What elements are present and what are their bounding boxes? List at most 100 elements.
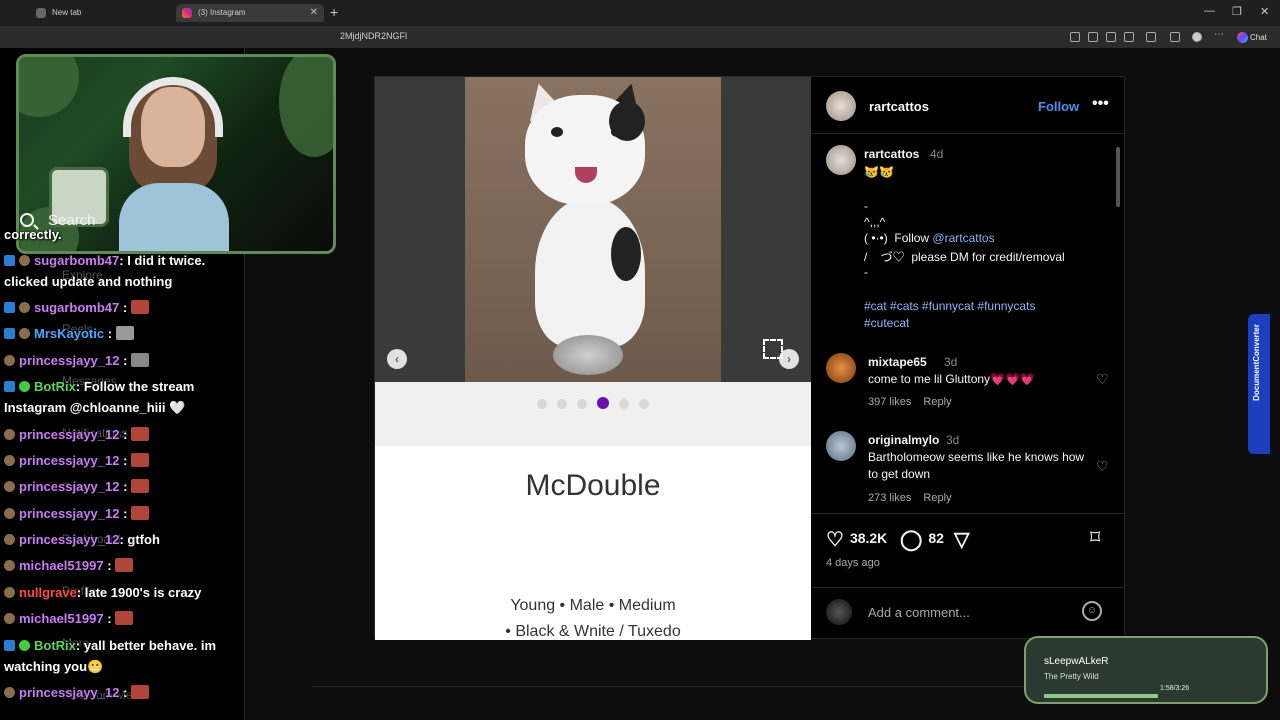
twitch-badge-icon — [4, 381, 15, 392]
heart-icon[interactable]: ♡ — [1096, 458, 1109, 475]
tab-new-tab[interactable]: New tab — [30, 4, 170, 22]
new-tab-button[interactable]: + — [330, 4, 338, 20]
cat-spot — [611, 227, 641, 281]
sub-badge-icon — [4, 560, 15, 571]
avatar[interactable] — [826, 91, 856, 121]
read-aloud-icon[interactable] — [1106, 32, 1116, 42]
previous-slide-button[interactable]: ‹ — [387, 349, 407, 369]
avatar[interactable] — [826, 431, 856, 461]
emote-icon — [131, 479, 150, 493]
chat-username[interactable]: princessjayy_12 — [19, 453, 119, 468]
carousel-dot — [619, 399, 629, 409]
zoom-icon[interactable] — [1088, 32, 1098, 42]
chat-username[interactable]: princessjayy_12 — [19, 427, 119, 442]
chat-username[interactable]: sugarbomb47 — [34, 300, 119, 315]
chat-username[interactable]: princessjayy_12 — [19, 506, 119, 521]
cat-eye — [611, 127, 623, 137]
sub-badge-icon — [4, 455, 15, 466]
carousel-dot — [639, 399, 649, 409]
copilot-chat-button[interactable]: Chat — [1234, 30, 1276, 45]
extensions-icon[interactable] — [1146, 32, 1156, 42]
maximize-icon[interactable]: ❐ — [1232, 5, 1242, 18]
chat-username[interactable]: MrsKayotic — [34, 326, 104, 341]
chat-text: correctly. — [4, 227, 62, 242]
scrollbar[interactable] — [1116, 147, 1120, 207]
follow-button[interactable]: Follow — [1038, 99, 1079, 114]
chat-username[interactable]: michael51997 — [19, 558, 104, 573]
emote-icon — [131, 453, 150, 467]
post-media-carousel[interactable]: ‹ › McDouble Young • Male • Medium • Bla… — [375, 77, 811, 640]
share-button[interactable]: ▽ — [954, 527, 975, 552]
document-converter-extension[interactable]: DocumentConverter — [1248, 314, 1270, 454]
mention-link[interactable]: @rartcattos — [932, 231, 994, 245]
chat-text: : — [119, 353, 128, 368]
caption-author[interactable]: rartcattos — [864, 147, 919, 161]
emote-icon — [130, 300, 149, 314]
chat-username[interactable]: princessjayy_12 — [19, 479, 119, 494]
heart-icon[interactable]: ♡ — [1096, 371, 1109, 388]
reply-button[interactable]: Reply — [923, 492, 951, 504]
more-options-icon[interactable]: ••• — [1092, 95, 1109, 113]
chat-username[interactable]: princessjayy_12 — [19, 685, 119, 700]
caption-line: - — [864, 265, 868, 279]
chat-message: princessjayy_12: gtfoh — [4, 529, 240, 550]
emote-icon — [131, 506, 150, 520]
vine-decoration — [19, 57, 79, 117]
photo-blur-right — [721, 77, 811, 382]
sub-badge-icon — [19, 255, 30, 266]
emoji-icon[interactable]: ☺ — [1082, 601, 1102, 621]
settings-more-icon[interactable]: ⋯ — [1214, 29, 1224, 40]
url-input[interactable]: 2MjdjNDR2NGFl — [340, 31, 407, 41]
hashtags[interactable]: #cat #cats #funnycat #funnycats — [864, 299, 1035, 313]
like-button[interactable]: ♡ 38.2K — [826, 527, 887, 552]
bot-badge-icon — [19, 381, 30, 392]
comments-list[interactable]: rartcattos 4d 😿😿 - ^,,,^ ( •·•) Follow @… — [812, 135, 1125, 513]
add-comment-input[interactable]: Add a comment... — [868, 605, 970, 620]
avatar[interactable] — [826, 145, 856, 175]
food-bowl — [553, 335, 623, 375]
bookmark-icon[interactable]: ⌑ — [1090, 525, 1100, 550]
chat-message: princessjayy_12 : — [4, 503, 240, 524]
collections-icon[interactable] — [1170, 32, 1180, 42]
comment-button[interactable]: ◯ 82 — [900, 527, 944, 552]
minimize-icon[interactable]: — — [1204, 5, 1215, 17]
comment-meta: 397 likes Reply — [868, 396, 964, 408]
emote-icon — [115, 326, 134, 340]
comment-likes[interactable]: 273 likes — [868, 492, 911, 504]
chat-username[interactable]: BotRix — [34, 379, 76, 394]
profile-avatar[interactable] — [1192, 32, 1202, 42]
address-bar: 2MjdjNDR2NGFl ⋯ Chat — [0, 26, 1280, 48]
next-slide-button[interactable]: › — [779, 349, 799, 369]
install-app-icon[interactable] — [1070, 32, 1080, 42]
reply-button[interactable]: Reply — [923, 396, 951, 408]
avatar[interactable] — [826, 353, 856, 383]
chat-username[interactable]: princessjayy_12 — [19, 532, 119, 547]
window-close-icon[interactable]: ✕ — [1260, 5, 1269, 18]
twitch-badge-icon — [4, 255, 15, 266]
post-time: 4 days ago — [826, 557, 880, 569]
comment-author[interactable]: originalmylo — [868, 433, 939, 447]
chat-username[interactable]: BotRix — [34, 638, 76, 653]
sub-badge-icon — [4, 587, 15, 598]
chat-message: correctly. — [4, 226, 240, 245]
post-author[interactable]: rartcattos — [869, 99, 929, 114]
chat-username[interactable]: sugarbomb47 — [34, 253, 119, 268]
chat-username[interactable]: princessjayy_12 — [19, 353, 119, 368]
caption-line: / づ♡ please DM for credit/removal — [864, 250, 1065, 264]
music-player-overlay: sLeepwALkeR The Pretty Wild 1:58/3:26 — [1024, 636, 1268, 704]
emote-icon — [115, 558, 134, 572]
comment-author[interactable]: mixtape65 — [868, 355, 927, 369]
comment-time: 3d — [946, 433, 960, 447]
close-icon[interactable]: ✕ — [310, 4, 318, 22]
chat-username[interactable]: michael51997 — [19, 611, 104, 626]
chat-username[interactable]: nullgrave — [19, 585, 77, 600]
song-artist: The Pretty Wild — [1044, 672, 1099, 681]
comment-likes[interactable]: 397 likes — [868, 396, 911, 408]
favorite-icon[interactable] — [1124, 32, 1134, 42]
sub-badge-icon — [4, 613, 15, 624]
sub-badge-icon — [4, 429, 15, 440]
hashtags[interactable]: #cutecat — [864, 316, 909, 330]
song-time: 1:58/3:26 — [1160, 685, 1190, 692]
chat-text: : — [119, 506, 128, 521]
tab-instagram[interactable]: (3) Instagram ✕ — [176, 4, 324, 22]
